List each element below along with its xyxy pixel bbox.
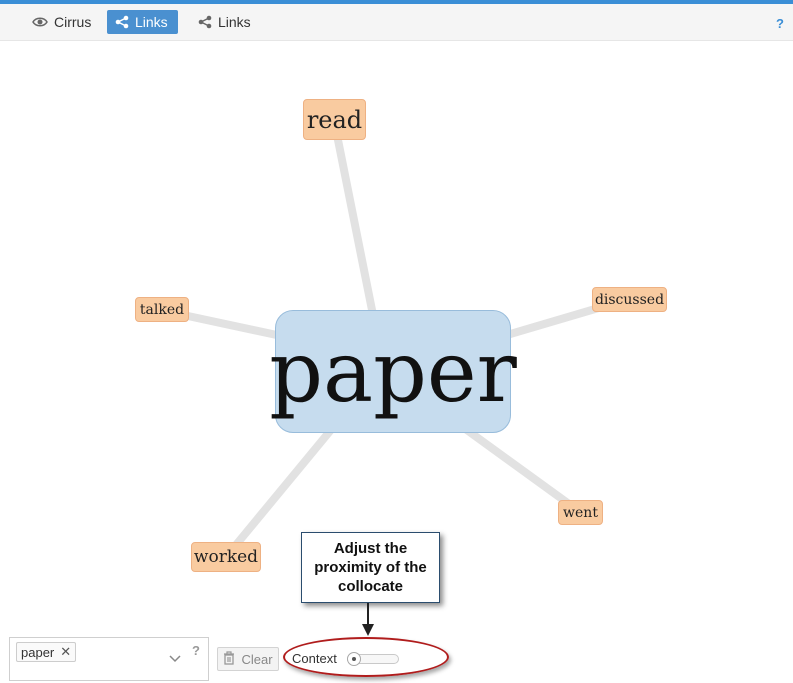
- link-went: [457, 421, 583, 516]
- search-token-label: paper: [21, 644, 55, 660]
- callout-arrow-head: [362, 624, 374, 636]
- clear-button-label: Clear: [241, 651, 273, 667]
- collocate-node-went[interactable]: went: [558, 500, 603, 525]
- highlight-ellipse: [283, 637, 449, 677]
- callout-annotation: Adjust the proximity of the collocate: [301, 532, 440, 603]
- remove-token-icon[interactable]: ✕: [60, 644, 71, 660]
- collocate-node-discussed[interactable]: discussed: [592, 287, 667, 312]
- keyword-search-box[interactable]: paper ✕: [9, 637, 209, 681]
- trash-icon: [223, 650, 235, 668]
- link-read: [330, 119, 382, 341]
- callout-arrow-line: [367, 603, 369, 625]
- chevron-down-icon[interactable]: [169, 650, 181, 668]
- collocate-node-read[interactable]: read: [303, 99, 366, 140]
- collocate-node-talked[interactable]: talked: [135, 297, 189, 322]
- help-icon[interactable]: ?: [192, 643, 200, 658]
- keyword-node-paper[interactable]: paper: [269, 310, 517, 433]
- clear-button[interactable]: Clear: [217, 647, 279, 671]
- search-token: paper ✕: [16, 642, 77, 662]
- collocate-node-worked[interactable]: worked: [191, 542, 261, 572]
